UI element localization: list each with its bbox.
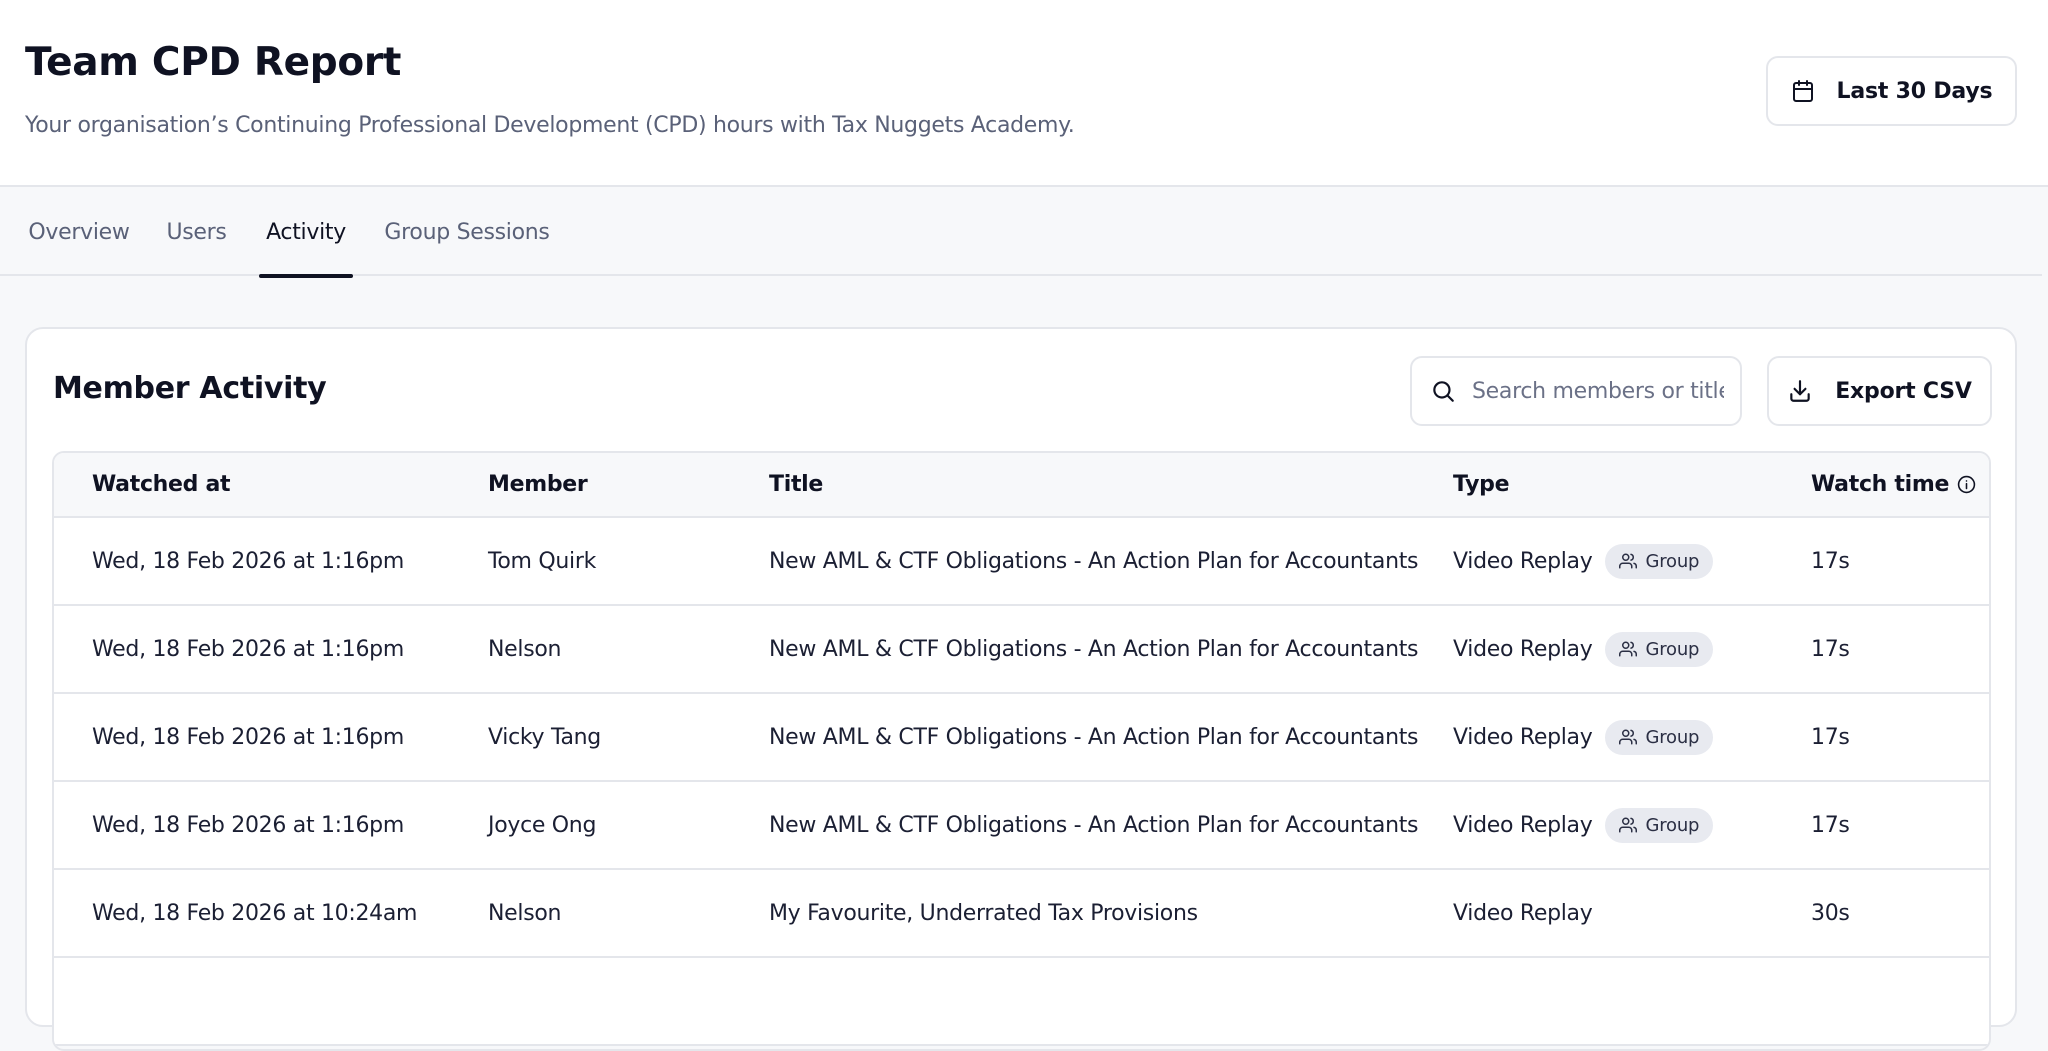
date-range-button[interactable]: Last 30 Days (1766, 56, 2017, 126)
title-cell: New AML & CTF Obligations - An Action Pl… (769, 548, 1419, 574)
page-header: Team CPD Report Your organisation’s Cont… (0, 0, 2048, 187)
activity-table: Watched at Member Title Type Watch time … (52, 451, 1991, 1051)
table-row[interactable]: Wed, 18 Feb 2026 at 1:16pm Nelson New AM… (54, 606, 1989, 694)
table-row[interactable]: Wed, 18 Feb 2026 at 10:24am Nelson My Fa… (54, 870, 1989, 958)
title-cell: New AML & CTF Obligations - An Action Pl… (769, 724, 1419, 750)
users-icon (1619, 552, 1638, 570)
watched-at-cell: Wed, 18 Feb 2026 at 1:16pm (92, 548, 404, 574)
member-cell: Vicky Tang (488, 724, 601, 750)
table-row[interactable] (54, 958, 1989, 1046)
badge-label: Group (1645, 814, 1700, 836)
search-icon (1430, 378, 1456, 404)
title-cell: New AML & CTF Obligations - An Action Pl… (769, 812, 1419, 838)
watch-time-cell: 17s (1811, 724, 1850, 750)
watch-time-cell: 17s (1811, 636, 1850, 662)
watch-time-cell: 17s (1811, 548, 1850, 574)
watch-time-cell: 17s (1811, 812, 1850, 838)
info-icon[interactable] (1957, 475, 1976, 494)
watched-at-cell: Wed, 18 Feb 2026 at 1:16pm (92, 636, 404, 662)
type-cell: Video Replay Group (1453, 518, 1714, 604)
page-title: Team CPD Report (25, 40, 402, 85)
type-label: Video Replay (1453, 724, 1593, 750)
section-title: Member Activity (53, 371, 327, 406)
table-row[interactable]: Wed, 18 Feb 2026 at 1:16pm Tom Quirk New… (54, 518, 1989, 606)
export-csv-button[interactable]: Export CSV (1767, 356, 1992, 426)
search-field[interactable] (1410, 356, 1742, 426)
watch-time-header-label: Watch time (1811, 472, 1950, 497)
type-label: Video Replay (1453, 900, 1593, 926)
watched-at-cell: Wed, 18 Feb 2026 at 1:16pm (92, 724, 404, 750)
tab-overview[interactable]: Overview (25, 189, 133, 276)
badge-label: Group (1645, 726, 1700, 748)
badge-label: Group (1645, 638, 1700, 660)
member-cell: Nelson (488, 900, 562, 926)
report-tabs: Overview Users Activity Group Sessions (0, 189, 2042, 278)
watched-at-cell: Wed, 18 Feb 2026 at 10:24am (92, 900, 418, 926)
table-row[interactable]: Wed, 18 Feb 2026 at 1:16pm Vicky Tang Ne… (54, 694, 1989, 782)
title-cell: My Favourite, Underrated Tax Provisions (769, 900, 1198, 926)
page-subtitle: Your organisation’s Continuing Professio… (25, 113, 1075, 138)
title-cell: New AML & CTF Obligations - An Action Pl… (769, 636, 1419, 662)
member-cell: Joyce Ong (488, 812, 597, 838)
tab-group-sessions[interactable]: Group Sessions (381, 189, 553, 276)
date-range-label: Last 30 Days (1836, 78, 1993, 104)
group-badge: Group (1605, 719, 1714, 755)
export-csv-label: Export CSV (1835, 378, 1972, 404)
calendar-icon (1791, 79, 1815, 103)
download-icon (1787, 378, 1813, 404)
type-cell: Video Replay Group (1453, 694, 1714, 780)
type-cell: Video Replay (1453, 870, 1593, 956)
column-header-member[interactable]: Member (488, 453, 588, 516)
group-badge: Group (1605, 807, 1714, 843)
badge-label: Group (1645, 550, 1700, 572)
type-cell: Video Replay Group (1453, 606, 1714, 692)
tab-activity[interactable]: Activity (259, 189, 353, 278)
search-input[interactable] (1472, 378, 1724, 404)
watch-time-cell: 30s (1811, 900, 1850, 926)
type-label: Video Replay (1453, 548, 1593, 574)
column-header-watched-at[interactable]: Watched at (92, 453, 231, 516)
users-icon (1619, 816, 1638, 834)
table-header: Watched at Member Title Type Watch time (54, 453, 1989, 518)
column-header-watch-time[interactable]: Watch time (1811, 453, 1976, 516)
tab-users[interactable]: Users (160, 189, 233, 276)
member-activity-card: Member Activity Export CSV Watched at Me… (25, 327, 2017, 1051)
watched-at-cell: Wed, 18 Feb 2026 at 1:16pm (92, 812, 404, 838)
table-row[interactable]: Wed, 18 Feb 2026 at 1:16pm Joyce Ong New… (54, 782, 1989, 870)
column-header-type[interactable]: Type (1453, 453, 1510, 516)
type-label: Video Replay (1453, 812, 1593, 838)
group-badge: Group (1605, 631, 1714, 667)
type-label: Video Replay (1453, 636, 1593, 662)
users-icon (1619, 728, 1638, 746)
column-header-title[interactable]: Title (769, 453, 823, 516)
type-cell: Video Replay Group (1453, 782, 1714, 868)
users-icon (1619, 640, 1638, 658)
group-badge: Group (1605, 543, 1714, 579)
member-cell: Nelson (488, 636, 562, 662)
member-cell: Tom Quirk (488, 548, 597, 574)
